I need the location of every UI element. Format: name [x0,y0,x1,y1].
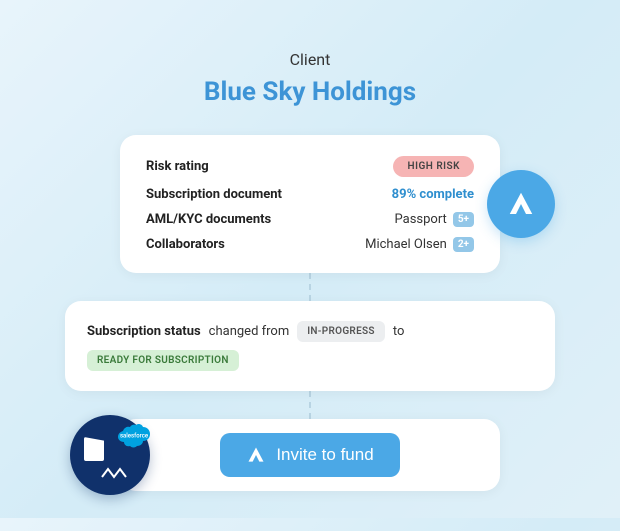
subscription-doc-label: Subscription document [146,187,282,202]
connector-line [309,273,311,301]
invite-to-fund-button[interactable]: Invite to fund [220,433,399,477]
integrations-circle: salesforce [70,415,150,495]
client-name: Blue Sky Holdings [204,77,416,107]
collaborators-value: Michael Olsen [365,237,447,252]
sync-icon [100,465,128,481]
mountain-icon [506,189,536,219]
action-card: salesforce Invite to fund [120,419,500,491]
mountain-icon [246,445,266,465]
invite-button-label: Invite to fund [276,445,373,465]
status-text-2: to [393,324,405,339]
aml-kyc-count: 5+ [453,212,474,227]
client-info-card: Risk rating HIGH RISK Subscription docum… [120,135,500,273]
risk-badge: HIGH RISK [393,156,474,177]
status-card: Subscription status changed from IN-PROG… [65,301,555,391]
subscription-doc-value: 89% complete [392,187,474,202]
aml-kyc-label: AML/KYC documents [146,212,271,227]
salesforce-icon: salesforce [116,423,152,449]
status-bold: Subscription status [87,324,201,339]
collaborators-count: 2+ [453,237,474,252]
status-text-1: changed from [209,324,290,339]
risk-rating-label: Risk rating [146,159,209,174]
client-label: Client [290,50,331,69]
collaborators-label: Collaborators [146,237,225,252]
document-icon [84,437,104,461]
status-to-pill: READY FOR SUBSCRIPTION [87,350,239,371]
brand-logo-circle [487,170,555,238]
aml-kyc-value: Passport [395,212,447,227]
status-from-pill: IN-PROGRESS [297,321,385,342]
connector-line [309,391,311,419]
